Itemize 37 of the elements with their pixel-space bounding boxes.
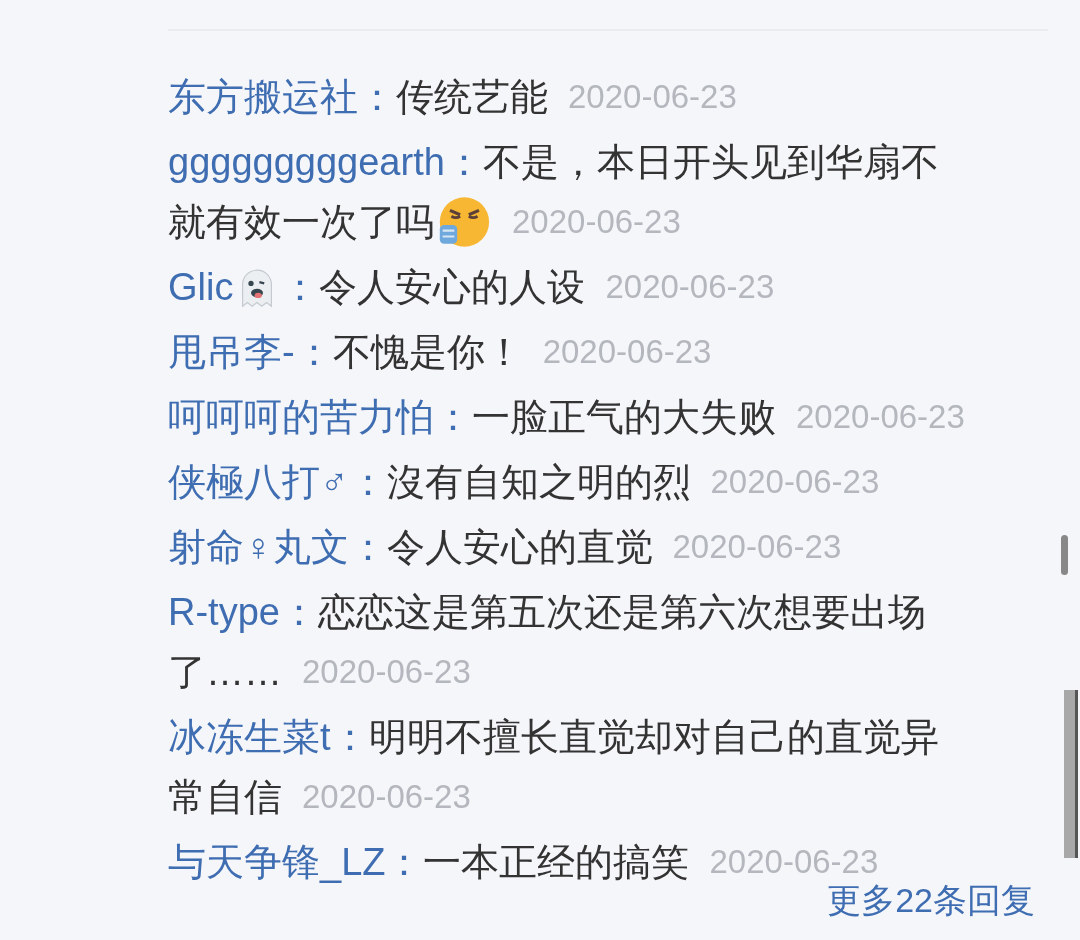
- commenter-name[interactable]: gggggggggearth：: [168, 140, 483, 184]
- commenter-name[interactable]: R-type：: [168, 590, 318, 634]
- comment-text: 恋恋这是第五次还是第六次想要出场: [317, 590, 926, 634]
- comment-text: 明明不擅长直觉却对自己的直觉异: [368, 715, 939, 759]
- commenter-name[interactable]: Glic: [168, 265, 234, 309]
- comment-date: 2020-06-23: [709, 842, 879, 882]
- comment-date: 2020-06-23: [710, 462, 880, 502]
- comment-text: 不愧是你！: [332, 330, 523, 374]
- comment-text: 令人安心的人设: [319, 265, 586, 309]
- comment-date: 2020-06-23: [302, 777, 471, 817]
- comment-text: 传统艺能: [396, 75, 548, 119]
- comment-date: 2020-06-23: [605, 267, 775, 307]
- comment-date: 2020-06-23: [302, 652, 471, 692]
- commenter-name[interactable]: 侠極八打♂：: [168, 460, 387, 504]
- comment-date: 2020-06-23: [568, 77, 737, 117]
- comment-text: 常自信: [168, 775, 282, 819]
- commenter-name[interactable]: 射命♀丸文：: [168, 525, 387, 569]
- comment-date: 2020-06-23: [512, 202, 681, 242]
- commenter-name[interactable]: 呵呵呵的苦力怕：: [168, 395, 472, 439]
- commenter-name-colon: ：: [281, 265, 320, 309]
- comment-text: 了……: [168, 650, 282, 694]
- comment-text: 沒有自知之明的烈: [386, 460, 691, 504]
- commenter-name[interactable]: 与天争锋_LZ：: [168, 840, 424, 884]
- comment-text: 令人安心的直觉: [386, 525, 653, 569]
- commenter-name[interactable]: 甩吊李-：: [168, 330, 333, 374]
- scrollbar-thumb[interactable]: [1061, 535, 1068, 575]
- commenter-name[interactable]: 冰冻生菜t：: [168, 715, 369, 759]
- scrollbar-thumb[interactable]: [1064, 690, 1078, 858]
- commenter-name[interactable]: 东方搬运社：: [168, 75, 396, 119]
- comment-text: 不是，本日开头见到华扇不: [482, 140, 939, 184]
- comment-text: 就有效一次了吗: [168, 200, 434, 244]
- comment-date: 2020-06-23: [796, 397, 965, 437]
- more-replies-link[interactable]: 更多22条回复: [827, 881, 1035, 919]
- comment-date: 2020-06-23: [672, 527, 842, 567]
- comment-text: 一脸正气的大失败: [472, 395, 776, 439]
- comment-date: 2020-06-23: [542, 332, 712, 372]
- comment-text: 一本正经的搞笑: [423, 840, 690, 884]
